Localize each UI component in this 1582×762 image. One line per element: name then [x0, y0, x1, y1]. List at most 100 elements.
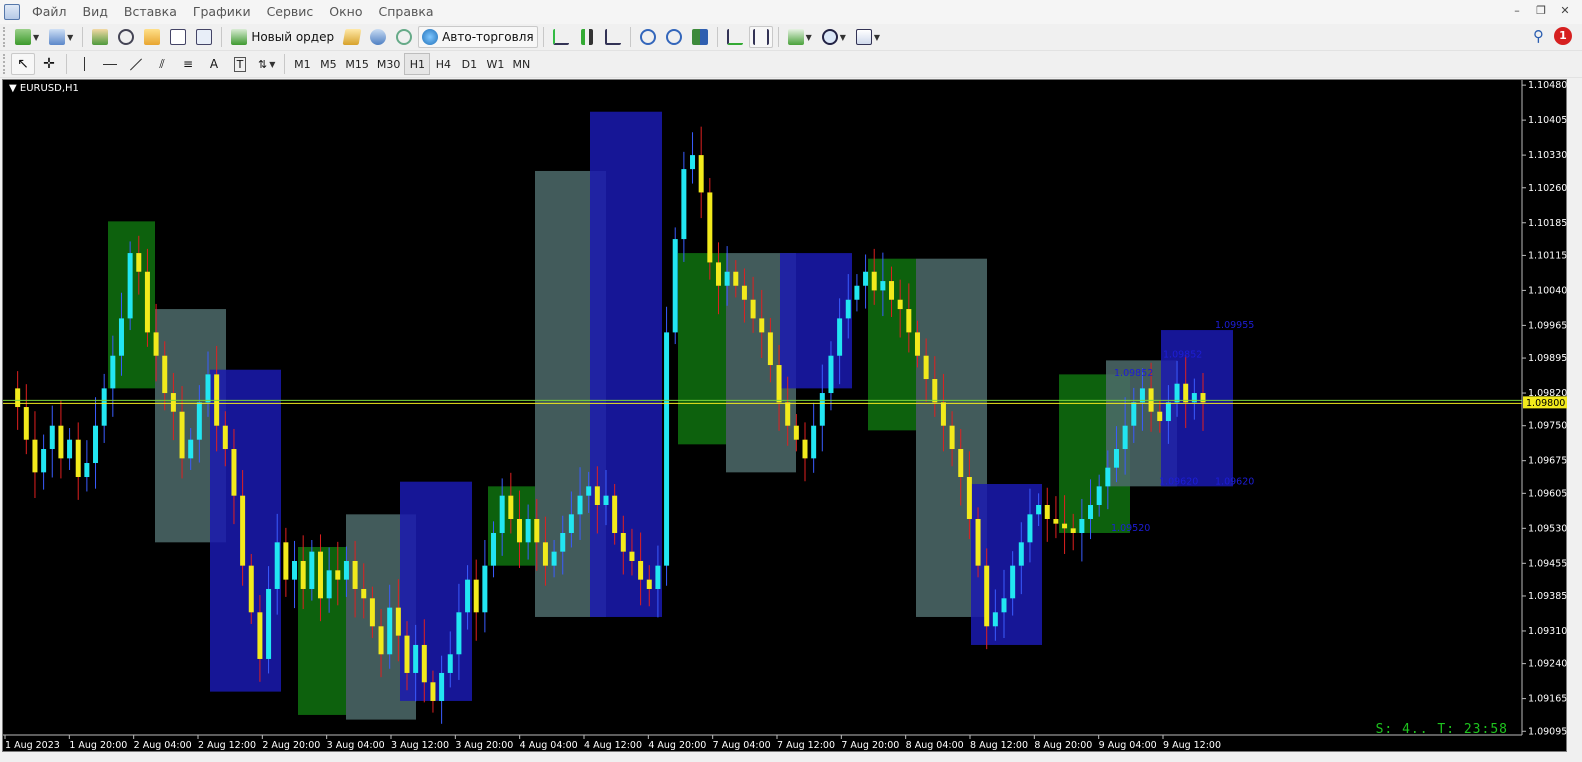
timeframe-mn[interactable]: MN [508, 53, 534, 75]
arrows-button[interactable]: ⇅ ▼ [254, 53, 279, 75]
time-tick-label: 9 Aug 04:00 [1099, 740, 1157, 751]
price-tick-label: 1.09310 [1528, 626, 1567, 637]
menu-charts[interactable]: Графики [187, 0, 261, 24]
timeframe-m5[interactable]: M5 [315, 53, 341, 75]
candle-bear [369, 598, 375, 627]
channel-icon: ⫽ [159, 56, 165, 71]
navigator-button[interactable] [140, 26, 164, 48]
candle-bear [179, 411, 185, 459]
vertical-line-button[interactable] [72, 53, 96, 75]
timeframe-m15[interactable]: M15 [341, 53, 373, 75]
chevron-down-icon: ▼ [805, 32, 812, 42]
toolbar-grip[interactable] [3, 27, 6, 47]
timeframe-h4[interactable]: H4 [430, 53, 456, 75]
auto-scroll-button[interactable] [723, 26, 747, 48]
price-annotation: 1.09955 [1215, 320, 1254, 331]
text-label-button[interactable]: T [228, 53, 252, 75]
price-tick-label: 1.09455 [1528, 558, 1567, 569]
menu-bar: Файл Вид Вставка Графики Сервис Окно Спр… [0, 0, 1582, 24]
timeframe-d1[interactable]: D1 [456, 53, 482, 75]
candle-bear [638, 560, 644, 580]
toolbar-grip[interactable] [3, 54, 6, 74]
candle-bear [542, 542, 548, 566]
candle-bear [352, 560, 358, 589]
data-window-button[interactable] [114, 26, 138, 48]
candle-bull [491, 532, 497, 566]
restore-icon[interactable]: ❐ [1534, 4, 1548, 18]
fibonacci-icon: ≡ [182, 57, 194, 71]
price-tick-label: 1.09165 [1528, 694, 1567, 705]
timeframe-h1[interactable]: H1 [404, 53, 431, 75]
new-order-button[interactable]: Новый ордер [227, 26, 338, 48]
signals-button[interactable] [392, 26, 416, 48]
bar-chart-button[interactable] [549, 26, 573, 48]
fibonacci-button[interactable]: ≡ [176, 53, 200, 75]
menu-insert[interactable]: Вставка [118, 0, 187, 24]
price-chart[interactable]: 1.09800 1.09955 1.09852 1.09852 1.09620 1.09… [3, 80, 1568, 753]
candle-bull [292, 560, 298, 580]
indicators-button[interactable]: ▼ [784, 26, 816, 48]
time-tick-label: 8 Aug 04:00 [906, 740, 964, 751]
candle-bull [93, 425, 99, 464]
profiles-button[interactable]: ▼ [45, 26, 77, 48]
timeframe-m30[interactable]: M30 [373, 53, 405, 75]
chart-frame[interactable]: 1.09800 1.09955 1.09852 1.09852 1.09620 1.09… [2, 79, 1567, 752]
strategy-tester-button[interactable] [192, 26, 216, 48]
candle-bear [1157, 411, 1163, 422]
menu-view[interactable]: Вид [77, 0, 118, 24]
strategy-tester-icon [196, 29, 213, 45]
close-icon[interactable]: ✕ [1558, 4, 1572, 18]
time-tick-label: 2 Aug 20:00 [262, 740, 320, 751]
clock-icon [821, 29, 838, 45]
equidistant-channel-button[interactable]: ⫽ [150, 53, 174, 75]
candle-bull [1036, 505, 1042, 515]
market-watch-button[interactable] [88, 26, 112, 48]
zoom-in-button[interactable] [636, 26, 660, 48]
market-watch-icon [92, 29, 109, 45]
candle-bear [785, 402, 791, 426]
templates-button[interactable]: ▼ [852, 26, 884, 48]
menu-help[interactable]: Справка [373, 0, 444, 24]
notifications-badge[interactable]: 1 [1554, 27, 1572, 45]
text-button[interactable]: A [202, 53, 226, 75]
line-chart-button[interactable] [601, 26, 625, 48]
timeframe-w1[interactable]: W1 [482, 53, 508, 75]
crosshair-button[interactable]: ✛ [37, 53, 61, 75]
candle-bull [1088, 505, 1094, 519]
candle-bull [1001, 598, 1007, 613]
candle-bear [750, 299, 756, 319]
menu-window[interactable]: Окно [323, 0, 372, 24]
timeframe-m1[interactable]: M1 [289, 53, 315, 75]
candle-bear [283, 542, 289, 580]
periods-button[interactable]: ▼ [818, 26, 850, 48]
minimize-icon[interactable]: – [1510, 4, 1524, 18]
new-chart-button[interactable]: ▼ [11, 26, 43, 48]
tile-windows-button[interactable] [688, 26, 712, 48]
horizontal-line-button[interactable] [98, 53, 122, 75]
candle-bull [525, 518, 531, 543]
menu-file[interactable]: Файл [26, 0, 77, 24]
app-icon [4, 4, 20, 20]
auto-trading-button[interactable]: Авто-торговля [418, 26, 538, 48]
chevron-down-icon: ▼ [67, 32, 74, 42]
candle-bear [715, 262, 721, 286]
trend-line-button[interactable] [124, 53, 148, 75]
candle-bull [880, 281, 886, 291]
search-icon[interactable]: ⚲ [1533, 27, 1544, 45]
separator [66, 54, 67, 74]
chart-shift-button[interactable] [748, 26, 773, 48]
chart-menu-icon[interactable]: ▼ [9, 83, 17, 94]
menu-tools[interactable]: Сервис [261, 0, 324, 24]
market-button[interactable] [366, 26, 390, 48]
terminal-button[interactable] [166, 26, 190, 48]
candle-bear [646, 579, 652, 589]
candle-bear [940, 402, 946, 426]
candlestick-button[interactable] [575, 26, 599, 48]
zoom-out-button[interactable] [662, 26, 686, 48]
metaeditor-button[interactable] [340, 26, 364, 48]
cursor-button[interactable]: ↖ [11, 53, 35, 75]
text-tool-icon: A [209, 57, 219, 71]
standard-toolbar: ▼ ▼ Новый ордер Авто-торговля ▼ ▼ ▼ ⚲ 1 [0, 24, 1582, 51]
candle-bear [759, 318, 765, 333]
price-tick-label: 1.09240 [1528, 659, 1567, 670]
